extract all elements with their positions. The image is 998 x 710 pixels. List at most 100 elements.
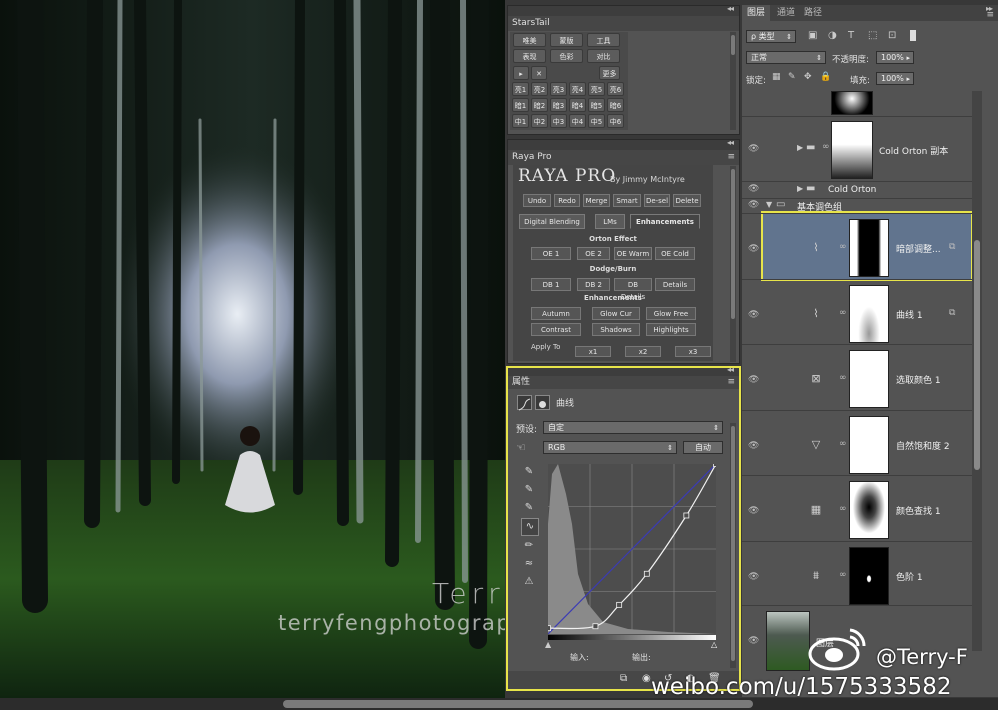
starstail-grid-button[interactable]: 中3 <box>550 114 567 128</box>
tab-digital-blending[interactable]: Digital Blending <box>519 214 585 229</box>
kind-filter-dropdown[interactable]: ρ 类型 ⇕ <box>746 30 796 43</box>
orton-button[interactable]: OE 2 <box>577 247 610 260</box>
link-icon[interactable]: ∞ <box>839 373 847 383</box>
raya-pro-tab[interactable]: Raya Pro ≡ <box>508 150 739 165</box>
enhancement-button[interactable]: Contrast <box>531 323 581 336</box>
raya-action-button[interactable]: Delete <box>673 194 701 207</box>
starstail-tab[interactable]: StarsTail <box>508 16 739 31</box>
channel-dropdown[interactable]: RGB ⇕ <box>543 441 677 454</box>
preset-dropdown[interactable]: 自定 ⇕ <box>543 421 723 434</box>
clip-to-layer-icon[interactable]: ⧉ <box>620 673 627 684</box>
starstail-grid-button[interactable]: 亮4 <box>569 82 586 96</box>
filter-type-icon[interactable]: T <box>848 30 854 41</box>
expand-arrow-icon[interactable]: ▶ <box>797 143 803 152</box>
starstail-grid-button[interactable]: 暗4 <box>569 98 586 112</box>
edit-points-icon[interactable]: ∿ <box>521 518 539 536</box>
hand-target-icon[interactable]: ☜ <box>516 441 526 454</box>
starstail-btn-contrast[interactable]: 对比 <box>587 49 620 63</box>
blend-mode-dropdown[interactable]: 正常 ⇕ <box>746 51 826 64</box>
apply-to-button[interactable]: x3 <box>675 346 711 357</box>
lock-pixels-icon[interactable]: ✎ <box>788 72 796 82</box>
starstail-grid-button[interactable]: 中1 <box>512 114 529 128</box>
tab-paths[interactable]: 路径 <box>804 5 822 21</box>
link-icon[interactable]: ∞ <box>839 242 847 252</box>
black-point-slider-icon[interactable]: ▲ <box>545 640 551 649</box>
curve-control-point[interactable] <box>548 625 551 632</box>
canvas-scrollbar-thumb[interactable] <box>283 700 753 708</box>
view-previous-state-icon[interactable]: ◉ <box>642 673 651 684</box>
opacity-input[interactable]: 100% ▸ <box>876 51 914 64</box>
visibility-eye-icon[interactable]: 👁 <box>748 310 760 320</box>
orton-button[interactable]: OE Warm <box>614 247 652 260</box>
starstail-grid-button[interactable]: 中2 <box>531 114 548 128</box>
enhancement-button[interactable]: Highlights <box>646 323 696 336</box>
link-icon[interactable]: ∞ <box>839 570 847 580</box>
enhancement-button[interactable]: Shadows <box>592 323 640 336</box>
starstail-more-button[interactable]: 更多 <box>599 66 620 80</box>
raya-action-button[interactable]: Merge <box>583 194 610 207</box>
visibility-eye-icon[interactable]: 👁 <box>748 375 760 385</box>
expand-arrow-icon[interactable]: ▶ <box>797 184 803 193</box>
starstail-grid-button[interactable]: 中4 <box>569 114 586 128</box>
starstail-play-button[interactable]: ▸ <box>513 66 529 80</box>
dodge-button[interactable]: DB 2 <box>577 278 610 291</box>
enhancement-button[interactable]: Glow Free <box>646 307 696 320</box>
collapse-icon[interactable]: ◂◂ <box>727 4 734 13</box>
visibility-eye-icon[interactable]: 👁 <box>748 200 760 210</box>
starstail-close-button[interactable]: ✕ <box>531 66 547 80</box>
document-canvas[interactable]: Terry F terryfengphotography.lofter.com <box>0 0 505 698</box>
starstail-grid-button[interactable]: 中5 <box>588 114 605 128</box>
starstail-grid-button[interactable]: 亮3 <box>550 82 567 96</box>
properties-tab[interactable]: 属性 ≡ <box>508 376 739 389</box>
filter-smart-object-icon[interactable]: ⊡ <box>888 30 896 41</box>
raya-action-button[interactable]: Smart <box>613 194 641 207</box>
raya-action-button[interactable]: Redo <box>554 194 580 207</box>
starstail-btn-mask[interactable]: 蒙版 <box>550 33 583 47</box>
white-point-slider-icon[interactable]: △ <box>711 640 717 649</box>
apply-to-button[interactable]: x1 <box>575 346 611 357</box>
starstail-grid-button[interactable]: 亮6 <box>607 82 624 96</box>
auto-button[interactable]: 自动 <box>683 441 723 454</box>
layer-row[interactable]: 👁 ⌇ ∞ 暗部调整... ⧉ <box>742 213 972 279</box>
dodge-button[interactable]: DB Details <box>614 278 652 301</box>
panel-menu-icon[interactable]: ≡ <box>727 150 735 165</box>
collapse-arrow-icon[interactable]: ▼ <box>766 200 772 209</box>
starstail-grid-button[interactable]: 暗5 <box>588 98 605 112</box>
starstail-grid-button[interactable]: 暗6 <box>607 98 624 112</box>
collapse-icon[interactable]: ◂◂ <box>727 138 734 147</box>
starstail-btn-tools[interactable]: 工具 <box>587 33 620 47</box>
lock-transparent-icon[interactable]: ▦ <box>772 72 781 82</box>
filter-pixel-icon[interactable]: ▣ <box>808 30 817 41</box>
starstail-grid-button[interactable]: 暗3 <box>550 98 567 112</box>
layer-row[interactable]: 👁 ⩩ ∞ 色阶 1 <box>742 540 972 607</box>
curves-graph[interactable] <box>548 464 716 634</box>
link-icon[interactable]: ∞ <box>839 504 847 514</box>
starstail-grid-button[interactable]: 亮2 <box>531 82 548 96</box>
curve-control-point[interactable] <box>616 601 623 608</box>
link-icon[interactable]: ∞ <box>839 439 847 449</box>
panel-menu-icon[interactable]: ≡ <box>986 10 994 20</box>
orton-button[interactable]: OE 1 <box>531 247 571 260</box>
layer-group-cold-orton[interactable]: 👁 ▶ ▬ Cold Orton <box>742 181 972 198</box>
layer-row[interactable]: 👁 ▽ ∞ 自然饱和度 2 <box>742 409 972 476</box>
fill-input[interactable]: 100% ▸ <box>876 72 914 85</box>
starstail-btn-weimei[interactable]: 唯美 <box>513 33 546 47</box>
orton-button[interactable]: OE Cold <box>655 247 695 260</box>
clipping-warning-icon[interactable]: ⚠ <box>521 574 537 590</box>
sample-gray-eyedropper-icon[interactable]: ✎ <box>521 482 537 498</box>
sample-black-eyedropper-icon[interactable]: ✎ <box>521 464 537 480</box>
panel-menu-icon[interactable]: ≡ <box>727 376 735 389</box>
dodge-button[interactable]: DB 1 <box>531 278 571 291</box>
link-icon[interactable]: ∞ <box>822 142 830 152</box>
apply-to-button[interactable]: x2 <box>625 346 661 357</box>
link-icon[interactable]: ∞ <box>839 308 847 318</box>
sample-white-eyedropper-icon[interactable]: ✎ <box>521 500 537 516</box>
visibility-eye-icon[interactable]: 👁 <box>748 506 760 516</box>
filter-toggle-icon[interactable] <box>910 30 916 41</box>
tab-lms[interactable]: LMs <box>595 214 625 229</box>
filter-shape-icon[interactable]: ⬚ <box>868 30 877 41</box>
curve-control-point[interactable] <box>713 464 717 467</box>
layer-row[interactable]: 👁 ▦ ∞ 颜色查找 1 <box>742 475 972 541</box>
dodge-button[interactable]: Details <box>655 278 695 291</box>
raya-action-button[interactable]: De-sel <box>644 194 670 207</box>
